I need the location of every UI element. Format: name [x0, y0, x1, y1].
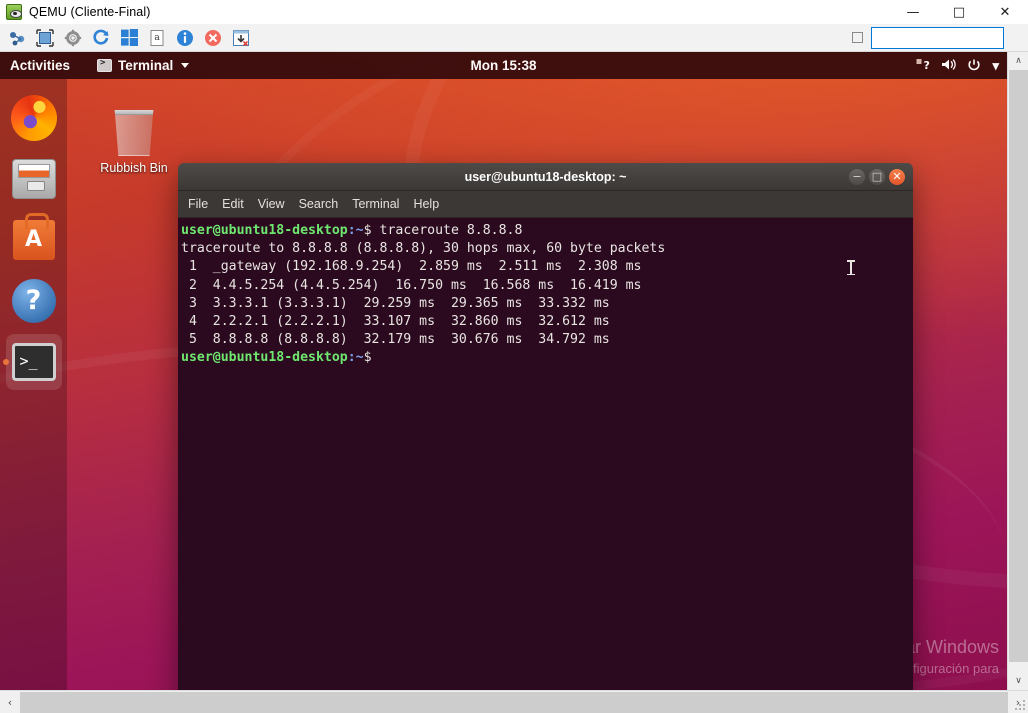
- scroll-down-arrow-icon[interactable]: ∨: [1008, 672, 1028, 690]
- keyboard-layout-icon[interactable]: ?: [916, 58, 930, 73]
- windows-logo-icon[interactable]: [118, 27, 140, 49]
- toolbar-checkbox[interactable]: [852, 32, 863, 43]
- vertical-scrollbar-thumb[interactable]: [1009, 70, 1028, 662]
- firefox-icon: [11, 95, 57, 141]
- prompt-user-host: user@ubuntu18-desktop: [181, 223, 348, 238]
- minimize-button[interactable]: —: [890, 0, 936, 24]
- typed-command: traceroute 8.8.8.8: [380, 223, 523, 238]
- text-document-icon[interactable]: a: [146, 27, 168, 49]
- menu-item-search[interactable]: Search: [299, 197, 339, 211]
- maximize-button[interactable]: □: [936, 0, 982, 24]
- settings-gear-icon[interactable]: [62, 27, 84, 49]
- terminal-icon: [12, 343, 56, 381]
- menu-item-terminal[interactable]: Terminal: [352, 197, 399, 211]
- terminal-window-title: user@ubuntu18-desktop: ~: [178, 170, 913, 184]
- desktop-icon-label: Rubbish Bin: [93, 161, 175, 175]
- system-menu-caret-icon[interactable]: ▾: [992, 59, 999, 72]
- ubuntu-software-icon: [13, 220, 55, 260]
- text-cursor-icon: [850, 260, 852, 275]
- terminal-menu-bar: File Edit View Search Terminal Help: [178, 191, 913, 218]
- svg-text:a: a: [154, 33, 160, 43]
- svg-text:?: ?: [924, 59, 930, 71]
- help-icon: ?: [12, 279, 56, 323]
- ubuntu-top-panel: Activities Terminal Mon 15:38 ? ▾: [0, 52, 1007, 79]
- terminal-window-controls: − □ ✕: [849, 169, 905, 185]
- ubuntu-dock: ?: [0, 79, 67, 690]
- desktop-icon-rubbish-bin[interactable]: Rubbish Bin: [93, 110, 175, 175]
- resize-grip-icon[interactable]: [1013, 698, 1027, 712]
- menu-item-view[interactable]: View: [258, 197, 285, 211]
- close-button[interactable]: ✕: [982, 0, 1028, 24]
- prompt-path: :~: [348, 350, 364, 365]
- horizontal-scrollbar[interactable]: ‹ ›: [0, 690, 1028, 713]
- prompt-symbol: $: [364, 223, 380, 238]
- menu-item-file[interactable]: File: [188, 197, 208, 211]
- terminal-output-line: traceroute to 8.8.8.8 (8.8.8.8), 30 hops…: [180, 240, 913, 258]
- dock-item-files[interactable]: [6, 151, 62, 207]
- menu-item-edit[interactable]: Edit: [222, 197, 244, 211]
- qemu-title-bar: QEMU (Cliente-Final) — □ ✕: [0, 0, 1028, 24]
- qemu-application-window: QEMU (Cliente-Final) — □ ✕ a: [0, 0, 1028, 713]
- terminal-command-line: user@ubuntu18-desktop:~$ traceroute 8.8.…: [180, 222, 913, 240]
- vertical-scrollbar[interactable]: ∧ ∨: [1007, 52, 1028, 690]
- volume-icon[interactable]: [941, 58, 956, 73]
- terminal-output-line: 4 2.2.2.1 (2.2.2.1) 33.107 ms 32.860 ms …: [180, 313, 913, 331]
- terminal-output-line: 2 4.4.5.254 (4.4.5.254) 16.750 ms 16.568…: [180, 277, 913, 295]
- vm-display-ubuntu-desktop: Activities Terminal Mon 15:38 ? ▾: [0, 52, 1007, 690]
- terminal-maximize-button[interactable]: □: [869, 169, 885, 185]
- terminal-close-button[interactable]: ✕: [889, 169, 905, 185]
- terminal-output-line: 3 3.3.3.1 (3.3.3.1) 29.259 ms 29.365 ms …: [180, 295, 913, 313]
- scroll-up-arrow-icon[interactable]: ∧: [1008, 52, 1028, 70]
- panel-clock[interactable]: Mon 15:38: [0, 58, 1007, 73]
- terminal-output-area[interactable]: user@ubuntu18-desktop:~$ traceroute 8.8.…: [178, 218, 913, 690]
- files-icon: [12, 159, 56, 199]
- window-controls: — □ ✕: [890, 0, 1028, 24]
- save-screenshot-icon[interactable]: [230, 27, 252, 49]
- system-tray: ? ▾: [916, 58, 999, 74]
- rubbish-bin-lid-icon: [108, 106, 160, 115]
- dock-item-ubuntu-software[interactable]: [6, 212, 62, 268]
- prompt-user-host: user@ubuntu18-desktop: [181, 350, 348, 365]
- menu-item-help[interactable]: Help: [413, 197, 439, 211]
- prompt-path: :~: [348, 223, 364, 238]
- terminal-minimize-button[interactable]: −: [849, 169, 865, 185]
- scroll-left-arrow-icon[interactable]: ‹: [0, 691, 20, 713]
- toolbar-text-input[interactable]: [871, 27, 1004, 49]
- close-session-icon[interactable]: [202, 27, 224, 49]
- refresh-icon[interactable]: [90, 27, 112, 49]
- dock-item-help[interactable]: ?: [6, 273, 62, 329]
- dock-item-firefox[interactable]: [6, 90, 62, 146]
- qemu-toolbar: a: [0, 24, 1028, 52]
- terminal-prompt-line: user@ubuntu18-desktop:~$: [180, 349, 913, 367]
- fullscreen-icon[interactable]: [34, 27, 56, 49]
- prompt-symbol: $: [364, 350, 380, 365]
- terminal-output-line: 1 _gateway (192.168.9.254) 2.859 ms 2.51…: [180, 258, 913, 276]
- terminal-output-line: 5 8.8.8.8 (8.8.8.8) 32.179 ms 30.676 ms …: [180, 331, 913, 349]
- qemu-logo-icon: [6, 4, 22, 20]
- info-icon[interactable]: [174, 27, 196, 49]
- terminal-title-bar[interactable]: user@ubuntu18-desktop: ~ − □ ✕: [178, 163, 913, 191]
- qemu-window-title: QEMU (Cliente-Final): [29, 5, 150, 19]
- rubbish-bin-icon: [111, 110, 157, 156]
- gnome-terminal-window: user@ubuntu18-desktop: ~ − □ ✕ File Edit…: [178, 163, 913, 690]
- dock-item-terminal[interactable]: [6, 334, 62, 390]
- network-icon[interactable]: [6, 27, 28, 49]
- horizontal-scrollbar-thumb[interactable]: [20, 692, 1008, 713]
- power-icon[interactable]: [967, 58, 981, 74]
